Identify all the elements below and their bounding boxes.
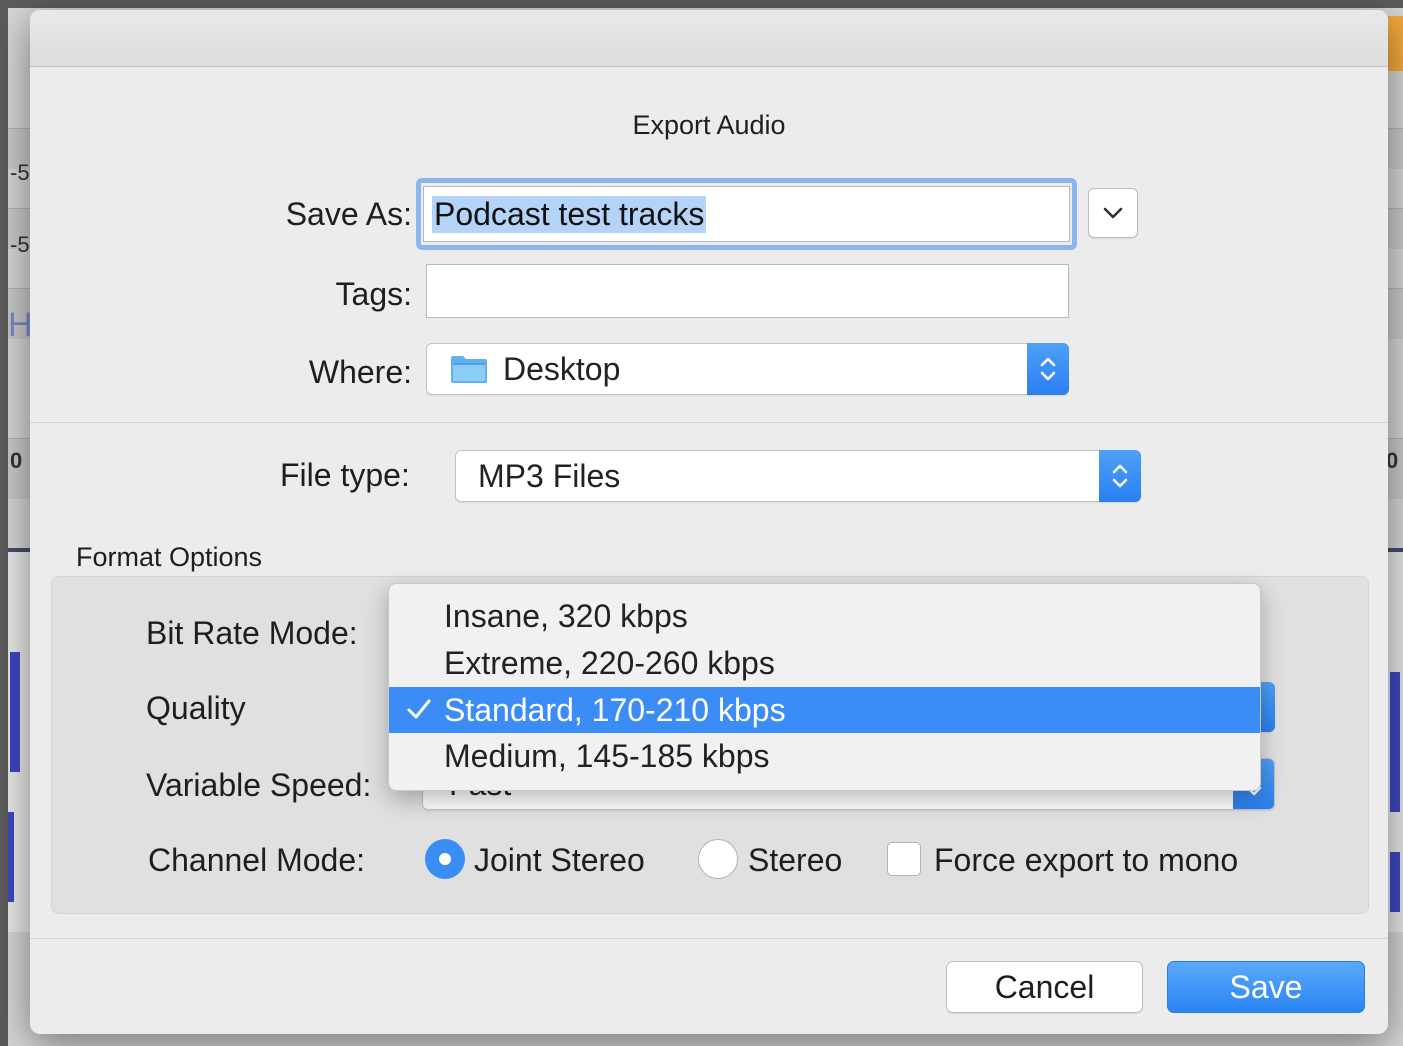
up-down-arrows-icon [1040,357,1056,381]
where-stepper[interactable] [1027,343,1069,395]
where-label: Where: [308,354,412,390]
folder-icon [449,353,489,385]
up-down-arrows-icon [1112,464,1128,488]
joint-stereo-radio[interactable] [425,839,465,879]
where-value: Desktop [503,350,621,387]
bit-rate-mode-label: Bit Rate Mode: [146,615,358,651]
force-mono-label[interactable]: Force export to mono [934,842,1238,879]
quality-dropdown-menu: Insane, 320 kbps Extreme, 220-260 kbps S… [388,583,1261,791]
export-audio-dialog: Export Audio Save As: Podcast test track… [30,10,1388,1034]
force-mono-checkbox[interactable] [887,842,921,876]
file-type-value: MP3 Files [478,457,621,494]
file-type-label: File type: [280,457,410,493]
save-as-field[interactable]: Podcast test tracks [423,186,1070,242]
menu-item-extreme[interactable]: Extreme, 220-260 kbps [389,640,1260,686]
background-ruler-label: H [8,306,33,344]
where-popup[interactable]: Desktop [426,343,1069,395]
expand-browser-button[interactable] [1088,188,1138,238]
stereo-radio[interactable] [698,839,738,879]
save-as-label: Save As: [285,196,412,232]
quality-label: Quality [146,690,246,726]
footer-divider [30,938,1388,939]
variable-speed-label: Variable Speed: [146,767,372,803]
checkmark-icon [407,699,431,719]
menu-item-label: Standard, 170-210 kbps [444,691,786,728]
joint-stereo-label[interactable]: Joint Stereo [474,842,645,879]
cancel-button[interactable]: Cancel [946,961,1143,1013]
tags-field[interactable] [426,264,1069,318]
menu-item-standard[interactable]: Standard, 170-210 kbps [389,687,1260,733]
stereo-label[interactable]: Stereo [748,842,842,879]
menu-item-medium[interactable]: Medium, 145-185 kbps [389,733,1260,779]
background-ruler-label: 0 [10,448,23,473]
dialog-titlebar [30,10,1388,67]
background-ruler-label: -5 [10,232,30,257]
menu-item-label: Insane, 320 kbps [444,597,688,634]
save-button[interactable]: Save [1167,961,1365,1013]
save-as-value: Podcast test tracks [432,195,707,233]
dialog-title: Export Audio [632,110,786,140]
section-divider [30,422,1388,423]
menu-item-label: Extreme, 220-260 kbps [444,644,775,681]
channel-mode-label: Channel Mode: [148,842,366,878]
file-type-stepper[interactable] [1099,450,1141,502]
format-options-heading: Format Options [76,542,263,572]
menu-item-label: Medium, 145-185 kbps [444,737,770,774]
menu-item-insane[interactable]: Insane, 320 kbps [389,593,1260,639]
tags-label: Tags: [335,276,412,312]
background-ruler-label: -5 [10,160,30,185]
chevron-down-icon [1103,207,1123,219]
background-accent-bar [1387,16,1403,71]
file-type-popup[interactable]: MP3 Files [455,450,1141,502]
